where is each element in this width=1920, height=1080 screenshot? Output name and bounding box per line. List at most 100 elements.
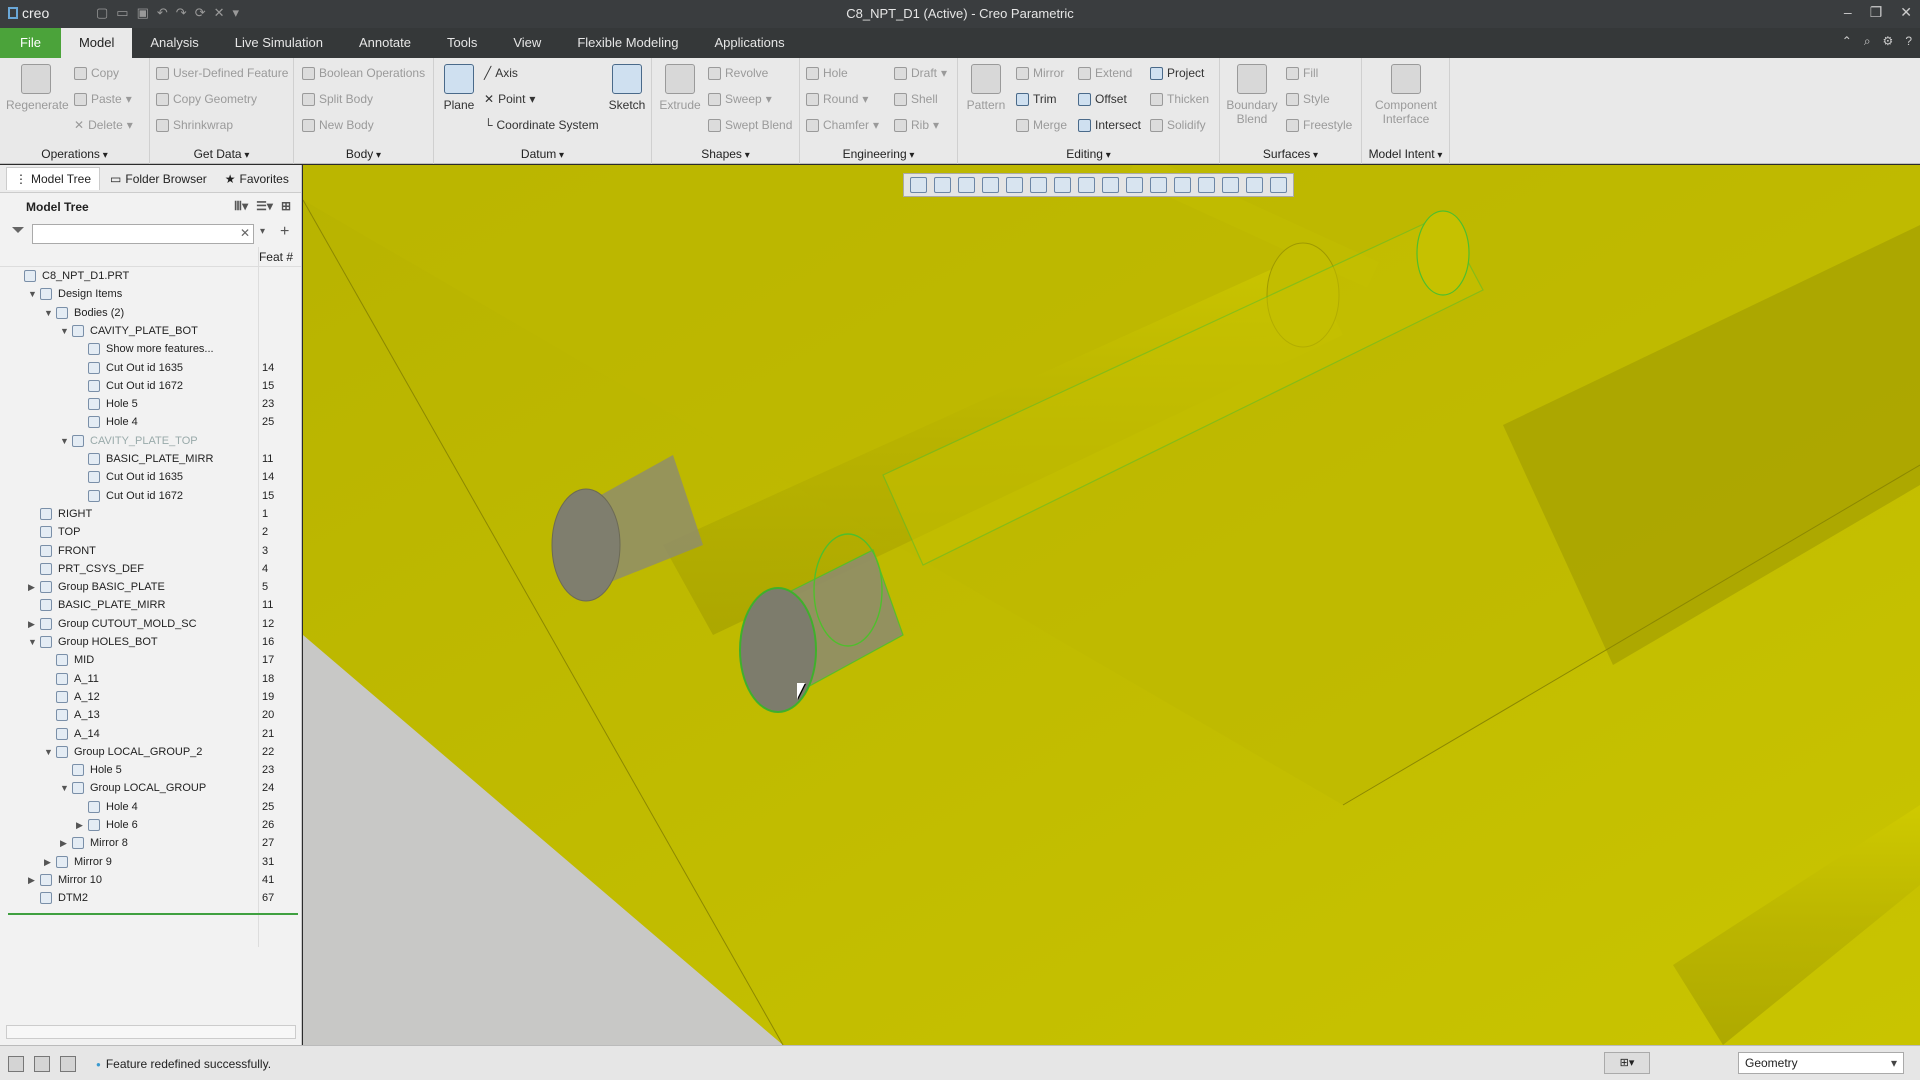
- axis-button[interactable]: ╱ Axis: [484, 66, 518, 80]
- pause-icon[interactable]: [1246, 177, 1263, 193]
- style-button[interactable]: Style: [1286, 92, 1330, 106]
- saved-orientations-icon[interactable]: [1054, 177, 1071, 193]
- round-button[interactable]: Round ▾: [806, 92, 868, 106]
- group-label-operations[interactable]: Operations: [0, 147, 149, 161]
- chamfer-button[interactable]: Chamfer ▾: [806, 118, 879, 132]
- tree-node[interactable]: A_12 19: [0, 688, 300, 706]
- group-label-get-data[interactable]: Get Data: [150, 147, 293, 161]
- mirror-button[interactable]: Mirror: [1016, 66, 1064, 80]
- clear-search-icon[interactable]: ✕: [240, 226, 250, 240]
- intersect-button[interactable]: Intersect: [1078, 118, 1141, 132]
- expand-icon[interactable]: ▶: [28, 615, 38, 633]
- tree-node[interactable]: MID 17: [0, 651, 300, 669]
- refit-icon[interactable]: [910, 177, 927, 193]
- component-interface-button[interactable]: Component Interface: [1366, 64, 1446, 126]
- nav-tab-favorites[interactable]: ★ Favorites: [217, 168, 297, 190]
- tree-settings-icon[interactable]: ☰▾: [256, 199, 273, 213]
- repaint-icon[interactable]: [982, 177, 999, 193]
- point-button[interactable]: ✕ Point ▾: [484, 92, 535, 106]
- cut-icon[interactable]: [1198, 177, 1215, 193]
- toggle-navigator-icon[interactable]: [8, 1056, 24, 1072]
- tree-node[interactable]: ▼ Group LOCAL_GROUP 24: [0, 779, 300, 797]
- search-icon[interactable]: ⌕: [1864, 34, 1871, 49]
- sweep-button[interactable]: Sweep ▾: [708, 92, 772, 106]
- copy-button[interactable]: Copy: [74, 66, 119, 80]
- selection-buffer-icon[interactable]: ⊞▾: [1604, 1052, 1650, 1074]
- copy-geometry-button[interactable]: Copy Geometry: [156, 92, 257, 106]
- tree-node[interactable]: Cut Out id 1672 15: [0, 487, 300, 505]
- tree-node[interactable]: Cut Out id 1635 14: [0, 468, 300, 486]
- render-icon[interactable]: [1270, 177, 1287, 193]
- tree-node[interactable]: ▼ Group LOCAL_GROUP_2 22: [0, 743, 300, 761]
- tree-filter-icon[interactable]: ⊞: [281, 199, 291, 213]
- help-icon[interactable]: ?: [1905, 34, 1912, 49]
- toggle-browser-icon[interactable]: [34, 1056, 50, 1072]
- tab-analysis[interactable]: Analysis: [132, 28, 216, 58]
- tree-node[interactable]: ▶ Mirror 8 27: [0, 834, 300, 852]
- spin-center-icon[interactable]: [1174, 177, 1191, 193]
- tree-node[interactable]: Hole 5 23: [0, 761, 300, 779]
- tree-node[interactable]: Hole 5 23: [0, 395, 300, 413]
- tree-node[interactable]: ▶ Mirror 10 41: [0, 871, 300, 889]
- group-label-engineering[interactable]: Engineering: [800, 147, 957, 161]
- display-style-icon[interactable]: [1030, 177, 1047, 193]
- collapse-icon[interactable]: ▼: [28, 285, 38, 303]
- tree-node[interactable]: ▶ Hole 6 26: [0, 816, 300, 834]
- add-column-icon[interactable]: +: [280, 223, 289, 241]
- rib-button[interactable]: Rib ▾: [894, 118, 939, 132]
- group-label-shapes[interactable]: Shapes: [652, 147, 799, 161]
- coordinate-system-button[interactable]: └ Coordinate System: [484, 118, 599, 132]
- swept-blend-button[interactable]: Swept Blend: [708, 118, 792, 132]
- boolean-operations-button[interactable]: Boolean Operations: [302, 66, 425, 80]
- nav-tab-folder-browser[interactable]: ▭ Folder Browser: [102, 168, 215, 190]
- group-label-surfaces[interactable]: Surfaces: [1220, 147, 1361, 161]
- graphics-window[interactable]: [303, 165, 1920, 1045]
- tree-node[interactable]: Hole 4 25: [0, 413, 300, 431]
- trim-button[interactable]: Trim: [1016, 92, 1057, 106]
- tree-node[interactable]: ▼ CAVITY_PLATE_BOT: [0, 322, 300, 340]
- nav-tab-model-tree[interactable]: ⋮ Model Tree: [6, 167, 101, 190]
- merge-button[interactable]: Merge: [1016, 118, 1067, 132]
- tab-annotate[interactable]: Annotate: [341, 28, 429, 58]
- tab-tools[interactable]: Tools: [429, 28, 495, 58]
- model-view[interactable]: [303, 165, 1920, 1045]
- tab-model[interactable]: Model: [60, 28, 133, 58]
- close-icon[interactable]: ✕: [1900, 4, 1912, 21]
- collapse-icon[interactable]: ▼: [60, 432, 70, 450]
- freestyle-button[interactable]: Freestyle: [1286, 118, 1352, 132]
- tab-file[interactable]: File: [0, 28, 61, 58]
- filter-icon[interactable]: [12, 227, 24, 239]
- tree-node[interactable]: Cut Out id 1672 15: [0, 377, 300, 395]
- tree-node[interactable]: ▼ Bodies (2): [0, 304, 300, 322]
- settings-icon[interactable]: ⚙: [1883, 34, 1894, 49]
- delete-button[interactable]: ✕ Delete ▾: [74, 118, 133, 132]
- zoom-out-icon[interactable]: [958, 177, 975, 193]
- group-label-editing[interactable]: Editing: [958, 147, 1219, 161]
- solidify-button[interactable]: Solidify: [1150, 118, 1206, 132]
- tree-columns-icon[interactable]: Ⅲ▾: [234, 199, 248, 213]
- tree-node[interactable]: A_11 18: [0, 670, 300, 688]
- tree-node[interactable]: C8_NPT_D1.PRT: [0, 267, 300, 285]
- tree-node[interactable]: Hole 4 25: [0, 798, 300, 816]
- split-body-button[interactable]: Split Body: [302, 92, 373, 106]
- datum-display-icon[interactable]: [1126, 177, 1143, 193]
- tab-live-simulation[interactable]: Live Simulation: [217, 28, 341, 58]
- group-label-datum[interactable]: Datum: [434, 147, 651, 161]
- expand-icon[interactable]: ▶: [28, 578, 38, 596]
- tab-applications[interactable]: Applications: [696, 28, 802, 58]
- tree-node[interactable]: PRT_CSYS_DEF 4: [0, 560, 300, 578]
- new-body-button[interactable]: New Body: [302, 118, 374, 132]
- feat-number-column[interactable]: Feat #: [259, 250, 293, 264]
- fill-button[interactable]: Fill: [1286, 66, 1318, 80]
- plane-button[interactable]: Plane: [440, 64, 478, 112]
- tree-horizontal-scrollbar[interactable]: [6, 1025, 296, 1039]
- warning-icon[interactable]: [1222, 177, 1239, 193]
- hole-button[interactable]: Hole: [806, 66, 848, 80]
- restore-icon[interactable]: ❐: [1870, 4, 1883, 21]
- expand-icon[interactable]: ▶: [60, 834, 70, 852]
- extend-button[interactable]: Extend: [1078, 66, 1132, 80]
- expand-icon[interactable]: ▶: [28, 871, 38, 889]
- udf-button[interactable]: User-Defined Feature: [156, 66, 288, 80]
- search-options-icon[interactable]: ▾: [260, 226, 265, 237]
- expand-icon[interactable]: ▶: [44, 853, 54, 871]
